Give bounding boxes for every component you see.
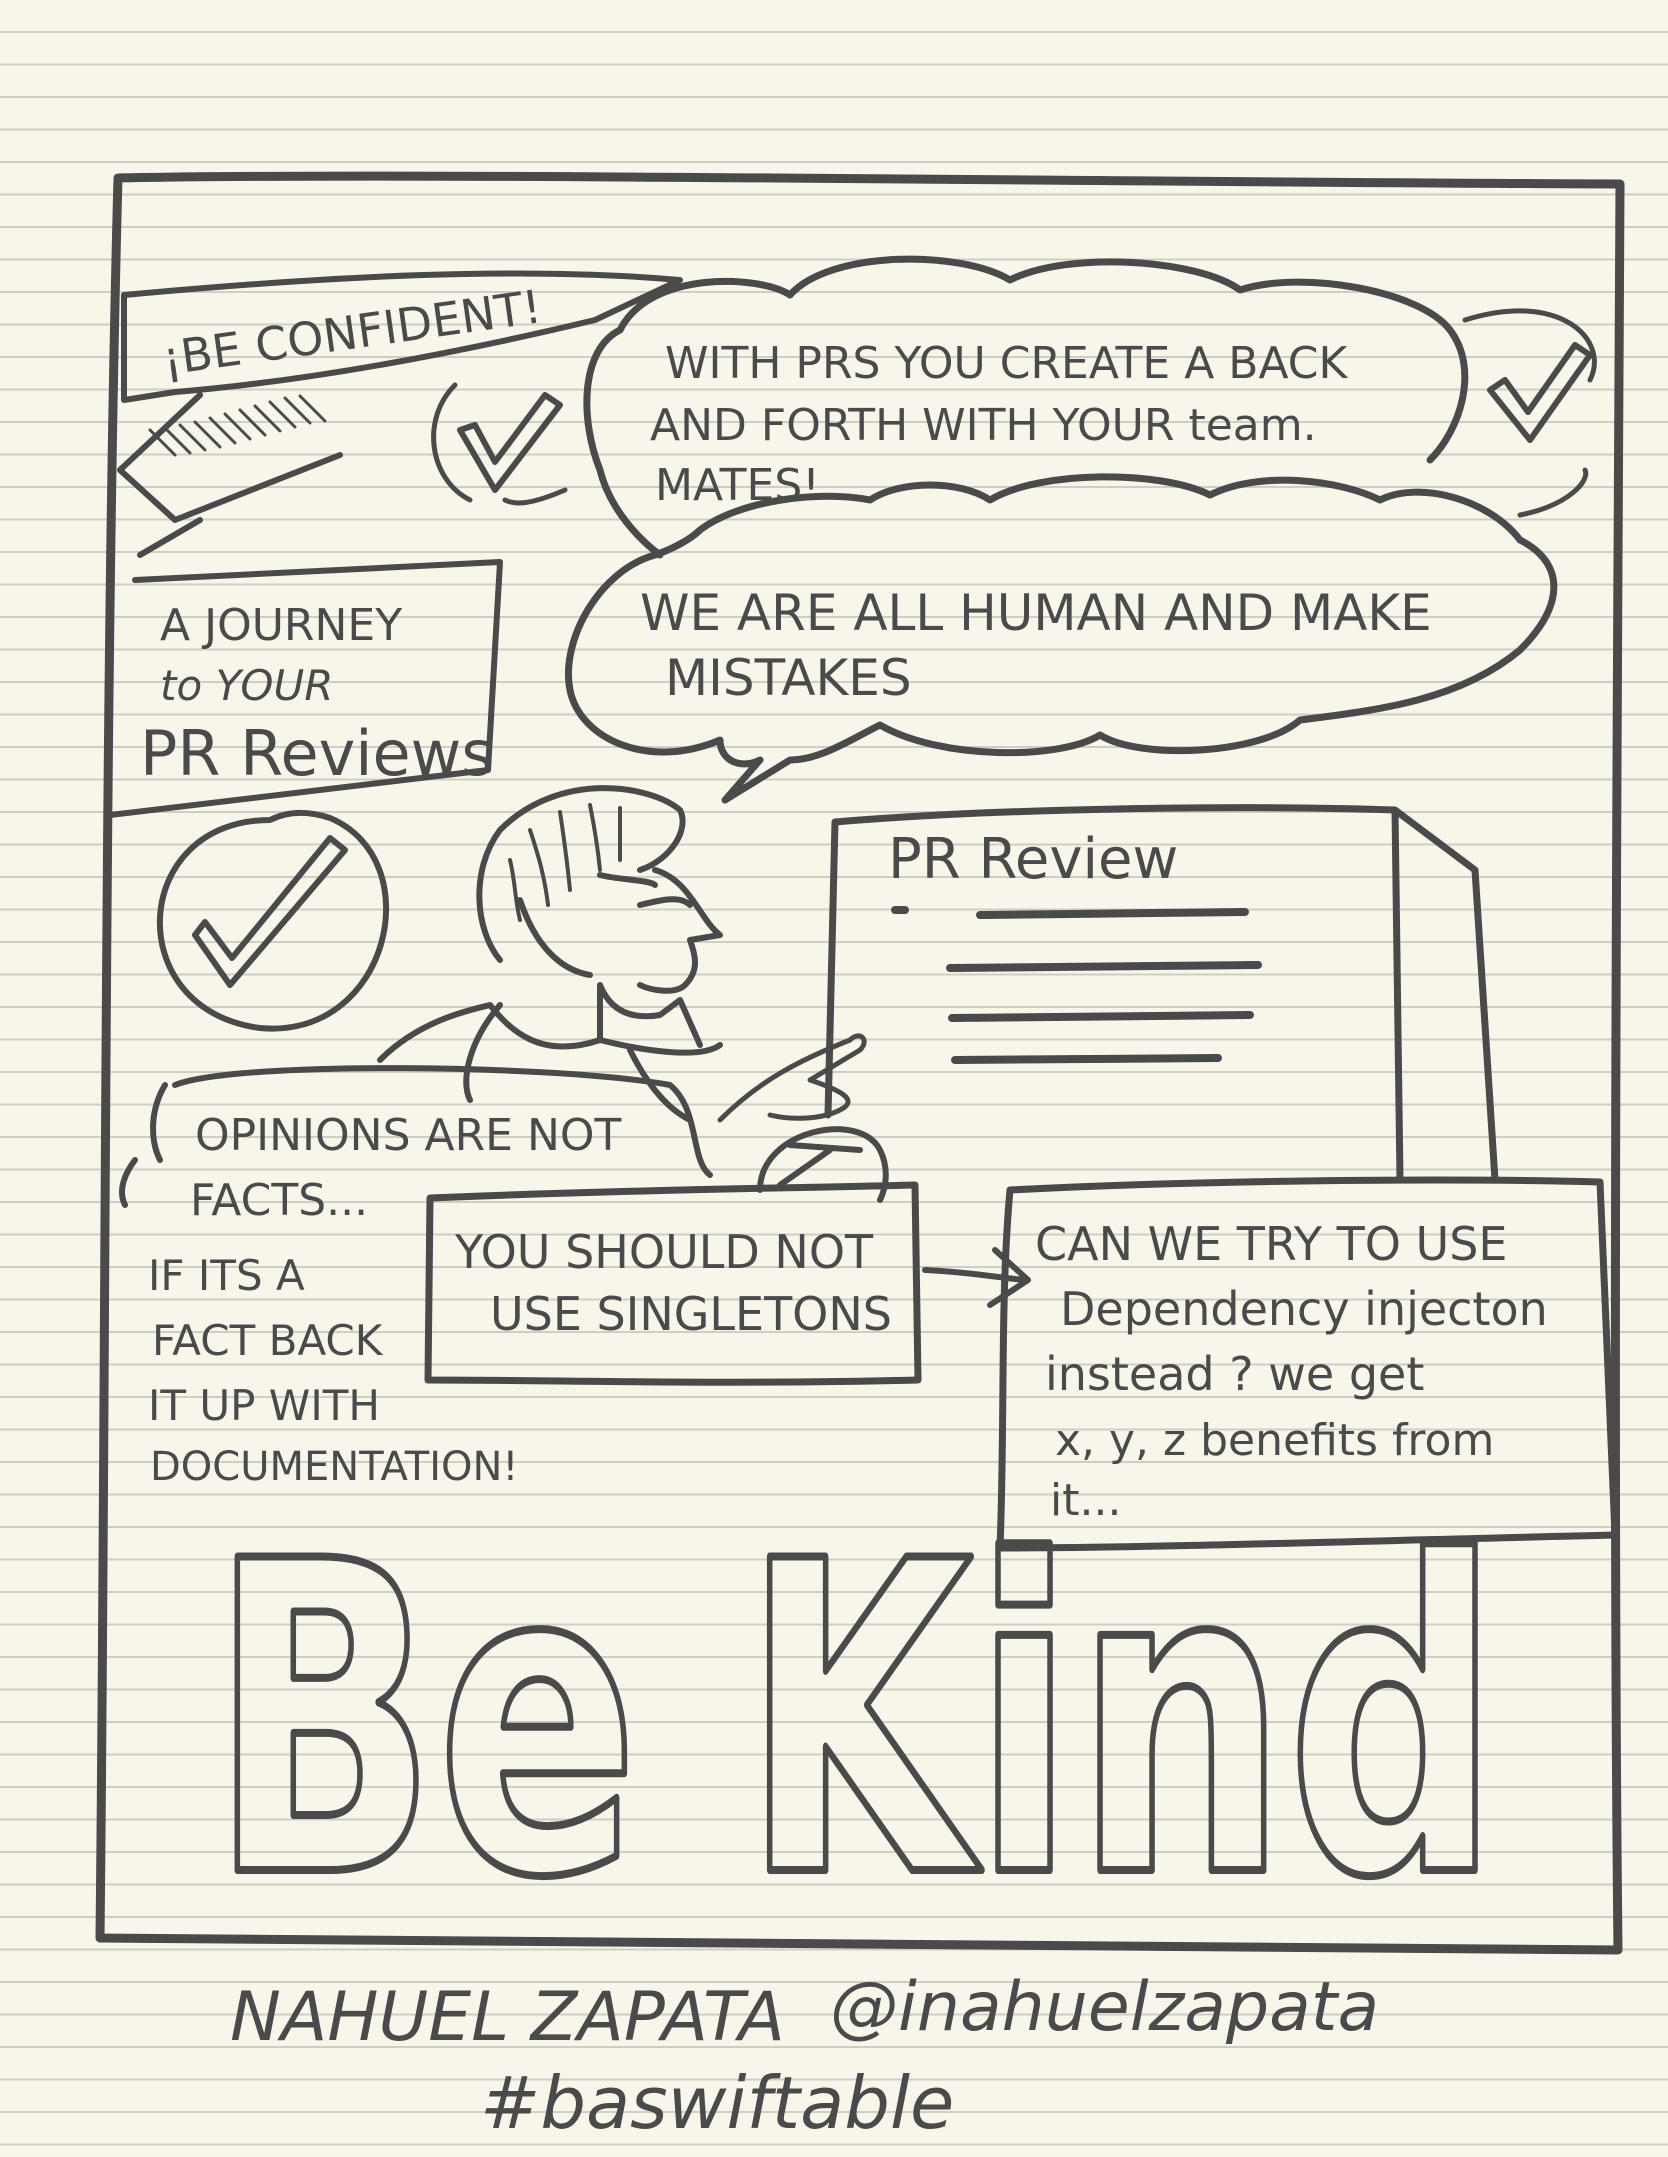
bubble-mid-line-1: WE ARE ALL HUMAN AND MAKE xyxy=(640,584,1432,642)
bubble-top-line-2: AND FORTH WITH YOUR team. xyxy=(650,400,1317,451)
bubble-mid-line-2: MISTAKES xyxy=(665,649,912,707)
bubble-top-line-3: MATES! xyxy=(655,460,820,511)
comment-box-singletons xyxy=(424,1181,922,1386)
footer-handle: @inahuelzapata xyxy=(830,1968,1379,2047)
fact-line-3: IT UP WITH xyxy=(148,1381,380,1430)
footer-hashtag: #baswiftable xyxy=(480,2061,954,2145)
bad-comment-line-2: USE SINGLETONS xyxy=(490,1287,892,1341)
checkmark-icon xyxy=(431,382,568,506)
title-line-2: to YOUR xyxy=(160,661,333,710)
be-kind-headline: Be Kind xyxy=(210,1472,1500,1972)
bubble-top-line-1: WITH PRS YOU CREATE A BACK xyxy=(665,338,1349,389)
checkmark-icon xyxy=(1462,308,1597,518)
good-comment-line-4: x, y, z benefits from xyxy=(1055,1415,1494,1466)
title-line-3: PR Reviews xyxy=(140,717,494,790)
opinions-line-2: FACTS... xyxy=(190,1175,368,1226)
title-line-1: A JOURNEY xyxy=(160,600,402,651)
opinions-line-1: OPINIONS ARE NOT xyxy=(195,1110,622,1161)
fact-line-1: IF ITS A xyxy=(148,1251,305,1300)
good-comment-line-1: CAN WE TRY TO USE xyxy=(1035,1217,1508,1271)
good-comment-line-3: instead ? we get xyxy=(1045,1347,1424,1401)
screen-title: PR Review xyxy=(888,827,1178,892)
banner-hatching xyxy=(148,394,327,457)
good-comment-line-2: Dependency injecton xyxy=(1060,1282,1548,1336)
review-text-lines xyxy=(891,906,1262,1064)
fact-line-2: FACT BACK xyxy=(152,1316,384,1365)
footer-author: NAHUEL ZAPATA xyxy=(230,1978,785,2057)
sketchnote-canvas: ¡BE CONFIDENT! A JOURNEY to YOUR PR Revi… xyxy=(0,31,1668,2146)
arrow-right-icon xyxy=(922,1247,1031,1308)
bad-comment-line-1: YOU SHOULD NOT xyxy=(454,1225,874,1279)
